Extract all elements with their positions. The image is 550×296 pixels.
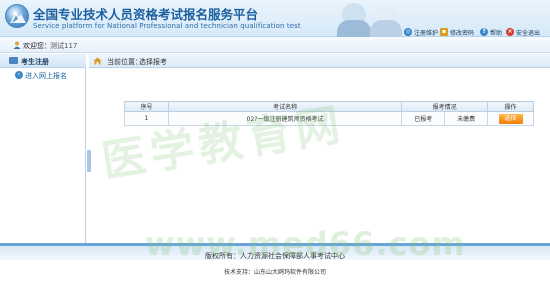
welcome-bar: 欢迎您： 测试117 (0, 37, 550, 53)
username: 测试117 (50, 42, 78, 50)
breadcrumb-current: 选择报考 (139, 58, 167, 66)
col-action: 操作 (487, 101, 534, 112)
sidebar-header[interactable]: 考生注册 (0, 54, 86, 68)
registration-icon: ◎ (404, 28, 412, 36)
top-links: ◎ 注册维护 ▪ 修改密码 ? 帮助 × 安全退出 (404, 27, 550, 37)
help-icon: ? (480, 28, 488, 36)
tech-support-text: 技术支持：山东山大鸥玛软件有限公司 (223, 269, 326, 276)
user-icon (13, 41, 21, 49)
sidebar-item-online-registration[interactable]: › 进入网上报名 (0, 69, 86, 81)
platform-title: 全国专业技术人员资格考试报名服务平台 (33, 7, 259, 22)
sidebar: 考生注册 › 进入网上报名 (0, 54, 86, 243)
exit-icon: × (506, 28, 514, 36)
header: 全国专业技术人员资格考试报名服务平台 Service platform for … (0, 0, 550, 37)
help-link[interactable]: ? 帮助 (480, 27, 502, 37)
row-status: 已报考 (401, 111, 446, 126)
welcome-label: 欢迎您： (23, 42, 51, 50)
select-button[interactable]: 选择 (498, 113, 523, 124)
arrow-right-icon: › (15, 71, 23, 79)
col-index: 序号 (124, 101, 169, 112)
watermark-en: www.med66.com (145, 225, 466, 263)
col-status: 报考情况 (401, 101, 489, 112)
header-banner-image (330, 0, 405, 37)
row-action-cell: 选择 (487, 111, 534, 126)
change-password-link[interactable]: ▪ 修改密码 (440, 27, 474, 37)
platform-subtitle: Service platform for National Profession… (33, 22, 301, 30)
row-fee-status: 未缴费 (444, 111, 489, 126)
platform-logo (5, 4, 29, 28)
lock-icon: ▪ (440, 28, 448, 36)
monitor-icon (9, 57, 18, 64)
breadcrumb: 当前位置： 选择报考 (89, 54, 550, 68)
home-icon (93, 57, 102, 65)
register-maintain-link[interactable]: ◎ 注册维护 (404, 27, 438, 37)
logout-link[interactable]: × 安全退出 (506, 27, 540, 37)
